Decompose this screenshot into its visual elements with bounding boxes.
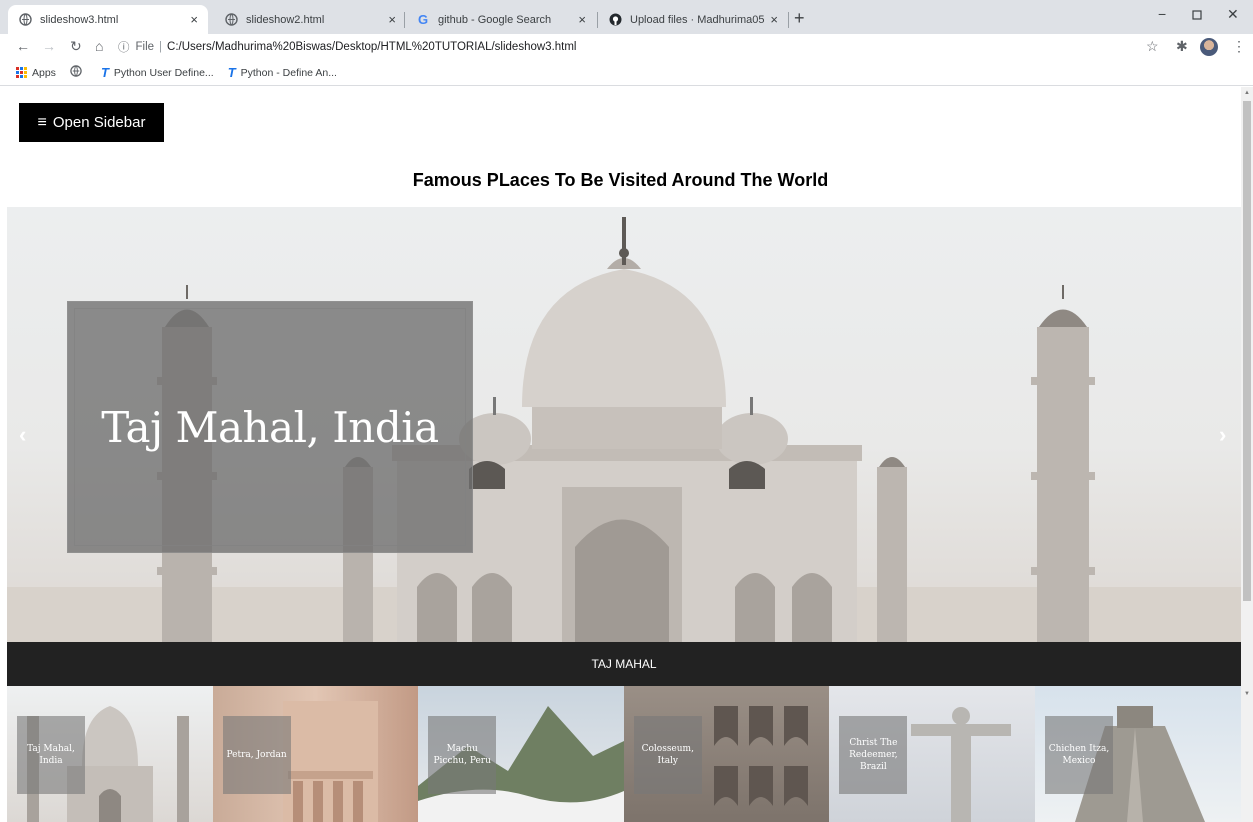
slide-label-bar: TAJ MAHAL xyxy=(7,642,1241,686)
bookmark-python-define[interactable]: T Python - Define An... xyxy=(228,65,337,80)
reload-icon[interactable]: ↻ xyxy=(70,38,82,55)
thumbnail-caption: Petra, Jordan xyxy=(222,716,291,794)
bookmarks-bar: Apps T Python User Define... T Python - … xyxy=(0,60,1253,86)
t-logo-icon: T xyxy=(227,65,236,80)
url-text[interactable]: C:/Users/Madhurima%20Biswas/Desktop/HTML… xyxy=(167,41,576,53)
tab-strip: slideshow3.html × slideshow2.html × G gi… xyxy=(0,0,1253,34)
next-slide-button[interactable]: › xyxy=(1219,422,1226,448)
page-title: Famous PLaces To Be Visited Around The W… xyxy=(412,170,829,190)
globe-icon xyxy=(18,13,32,27)
minimize-icon[interactable]: − xyxy=(1158,6,1166,22)
tab-separator xyxy=(404,12,405,28)
page-content: ≡ Open Sidebar Famous PLaces To Be Visit… xyxy=(0,87,1241,822)
t-logo-icon: T xyxy=(100,65,109,80)
thumbnail-caption: Machu Picchu, Peru xyxy=(428,716,497,794)
tab-slideshow3[interactable]: slideshow3.html × xyxy=(8,5,208,34)
profile-avatar[interactable] xyxy=(1200,38,1218,56)
tab-slideshow2[interactable]: slideshow2.html × xyxy=(214,5,406,34)
new-tab-button[interactable]: + xyxy=(794,8,805,29)
bookmark-label: Python User Define... xyxy=(113,66,214,79)
thumbnail-colosseum[interactable]: Colosseum, Italy xyxy=(623,686,830,822)
menu-dots-icon[interactable]: ⋮ xyxy=(1232,38,1246,55)
page-scrollbar[interactable]: ▲ ▼ xyxy=(1241,87,1253,822)
google-icon: G xyxy=(417,12,429,27)
tab-google-search[interactable]: G github - Google Search × xyxy=(406,5,596,34)
github-icon xyxy=(608,13,622,27)
tab-title: Upload files · Madhurima050520 xyxy=(630,13,765,26)
home-icon[interactable]: ⌂ xyxy=(95,38,103,54)
bookmark-star-icon[interactable]: ☆ xyxy=(1146,38,1159,55)
scroll-thumb[interactable] xyxy=(1243,101,1251,601)
hamburger-icon: ≡ xyxy=(37,113,47,131)
thumbnail-caption: Taj Mahal, India xyxy=(17,716,85,794)
browser-toolbar: ← → ↻ ⌂ ⓘ File | C:/Users/Madhurima%20Bi… xyxy=(0,34,1253,60)
open-sidebar-label: Open Sidebar xyxy=(52,114,146,131)
scheme-label: File xyxy=(135,41,155,53)
bookmark-python-user-define[interactable]: T Python User Define... xyxy=(101,65,214,80)
prev-slide-button[interactable]: ‹ xyxy=(19,422,26,448)
scroll-up-icon[interactable]: ▲ xyxy=(1244,90,1250,96)
open-sidebar-button[interactable]: ≡ Open Sidebar xyxy=(19,103,164,142)
bookmark-label: Python - Define An... xyxy=(240,66,337,79)
bookmark-apps[interactable]: Apps xyxy=(16,67,56,79)
scroll-down-icon[interactable]: ▼ xyxy=(1244,691,1250,697)
extensions-puzzle-icon[interactable]: ✱ xyxy=(1176,38,1188,55)
thumbnail-caption: Christ The Redeemer, Brazil xyxy=(839,716,908,794)
main-slide-image: Taj Mahal, India ‹ › xyxy=(7,207,1241,642)
thumbnail-machu-picchu[interactable]: Machu Picchu, Peru xyxy=(418,686,624,822)
tab-title: slideshow2.html xyxy=(246,13,325,26)
thumbnail-chichen-itza[interactable]: Chichen Itza, Mexico xyxy=(1034,686,1241,822)
close-icon[interactable]: × xyxy=(190,12,198,27)
thumbnail-christ-redeemer[interactable]: Christ The Redeemer, Brazil xyxy=(829,686,1035,822)
close-icon[interactable]: × xyxy=(388,12,396,27)
slide-caption: Taj Mahal, India xyxy=(101,402,439,452)
back-arrow-icon[interactable]: ← xyxy=(16,38,30,54)
bookmark-label: Apps xyxy=(32,66,56,79)
tab-title: slideshow3.html xyxy=(40,13,119,26)
close-icon[interactable]: × xyxy=(578,12,586,27)
thumbnail-taj-mahal[interactable]: Taj Mahal, India xyxy=(7,686,213,822)
globe-icon xyxy=(224,13,238,27)
thumbnail-strip: Taj Mahal, India Petra, Jordan Machu Pic… xyxy=(7,686,1241,822)
close-icon[interactable]: × xyxy=(770,12,778,27)
bookmark-globe[interactable] xyxy=(70,65,87,80)
slide-label: TAJ MAHAL xyxy=(591,657,657,671)
globe-icon xyxy=(70,65,82,80)
thumbnail-caption: Colosseum, Italy xyxy=(633,716,702,794)
window-close-icon[interactable]: ✕ xyxy=(1227,6,1239,23)
address-bar[interactable]: ⓘ File | C:/Users/Madhurima%20Biswas/Des… xyxy=(118,36,1138,58)
apps-grid-icon xyxy=(16,67,27,78)
maximize-icon[interactable] xyxy=(1192,7,1202,23)
tab-github-upload[interactable]: Upload files · Madhurima050520 × xyxy=(598,5,788,34)
thumbnail-caption: Chichen Itza, Mexico xyxy=(1044,716,1113,794)
slide-caption-box: Taj Mahal, India xyxy=(67,301,473,553)
thumbnail-petra[interactable]: Petra, Jordan xyxy=(212,686,419,822)
address-divider: | xyxy=(159,41,163,53)
forward-arrow-icon[interactable]: → xyxy=(42,38,56,54)
info-icon[interactable]: ⓘ xyxy=(118,39,130,55)
tab-title: github - Google Search xyxy=(438,13,552,26)
tab-separator xyxy=(788,12,789,28)
